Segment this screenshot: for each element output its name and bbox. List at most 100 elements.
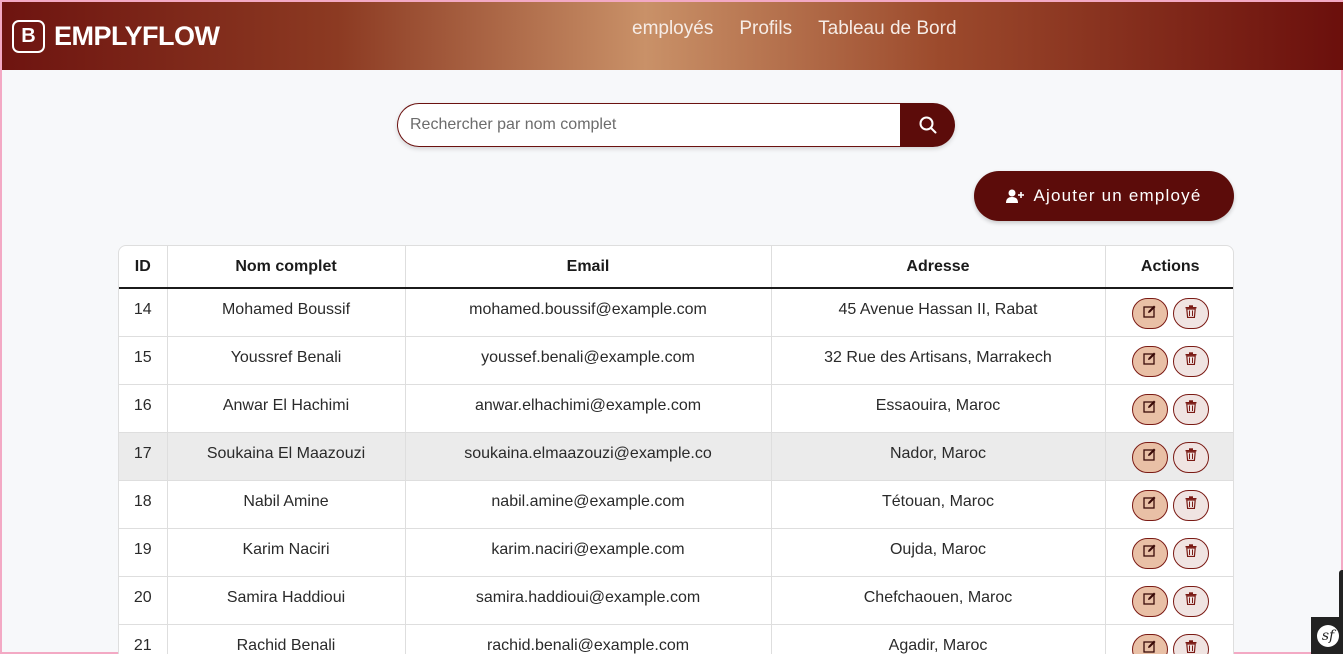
edit-button[interactable] bbox=[1131, 298, 1168, 329]
trash-icon bbox=[1185, 640, 1197, 654]
employees-table: ID Nom complet Email Adresse Actions 14 M… bbox=[118, 245, 1234, 654]
cell-address: Chefchaouen, Maroc bbox=[771, 576, 1106, 625]
edit-button[interactable] bbox=[1131, 441, 1168, 473]
cell-name: Rachid Benali bbox=[167, 624, 406, 654]
navbar: B EMPLYFLOW employés Profils Tableau de … bbox=[2, 0, 1343, 70]
cell-id: 16 bbox=[119, 384, 168, 433]
delete-button[interactable] bbox=[1172, 489, 1209, 521]
cell-address: 45 Avenue Hassan II, Rabat bbox=[771, 288, 1106, 337]
cell-email: nabil.amine@example.com bbox=[405, 480, 772, 529]
cell-id: 14 bbox=[119, 288, 168, 337]
cell-name: Karim Naciri bbox=[167, 528, 406, 577]
edit-icon bbox=[1143, 352, 1156, 370]
cell-name: Nabil Amine bbox=[167, 480, 406, 529]
trash-icon bbox=[1185, 592, 1197, 610]
edit-icon bbox=[1143, 640, 1156, 654]
delete-button[interactable] bbox=[1172, 345, 1209, 377]
edit-button[interactable] bbox=[1131, 489, 1168, 521]
cell-email: samira.haddioui@example.com bbox=[405, 576, 772, 625]
brand-name: EMPLYFLOW bbox=[54, 21, 220, 51]
cell-actions bbox=[1105, 384, 1233, 433]
table-row: 14 Mohamed Boussif mohamed.boussif@example… bbox=[119, 288, 1233, 337]
cell-address: 32 Rue des Artisans, Marrakech bbox=[771, 336, 1106, 385]
cell-actions bbox=[1105, 288, 1233, 337]
cell-name: Anwar El Hachimi bbox=[167, 384, 406, 433]
nav-links: employés Profils Tableau de Bord bbox=[632, 18, 983, 40]
debug-toolbar-button[interactable]: sf bbox=[1311, 617, 1343, 654]
user-plus-icon bbox=[1006, 189, 1025, 203]
delete-button[interactable] bbox=[1172, 585, 1209, 617]
column-header-address: Adresse bbox=[771, 246, 1106, 289]
cell-name: Youssref Benali bbox=[167, 336, 406, 385]
cell-email: karim.naciri@example.com bbox=[405, 528, 772, 577]
cell-actions bbox=[1105, 528, 1233, 577]
symfony-logo-icon: sf bbox=[1317, 624, 1339, 647]
search-button[interactable] bbox=[900, 103, 955, 147]
edit-icon bbox=[1143, 496, 1156, 514]
cell-actions bbox=[1105, 336, 1233, 385]
table-header-row: ID Nom complet Email Adresse Actions bbox=[119, 246, 1233, 289]
cell-email: youssef.benali@example.com bbox=[405, 336, 772, 385]
edit-button[interactable] bbox=[1131, 393, 1168, 425]
table-row: 18 Nabil Amine nabil.amine@example.com Této… bbox=[119, 480, 1233, 529]
cell-id: 15 bbox=[119, 336, 168, 385]
cell-id: 18 bbox=[119, 480, 168, 529]
cell-id: 20 bbox=[119, 576, 168, 625]
cell-address: Tétouan, Maroc bbox=[771, 480, 1106, 529]
add-employee-button[interactable]: Ajouter un employé bbox=[974, 171, 1234, 221]
table-row: 16 Anwar El Hachimi anwar.elhachimi@exampl… bbox=[119, 384, 1233, 433]
trash-icon bbox=[1185, 448, 1197, 466]
add-employee-label: Ajouter un employé bbox=[1033, 186, 1202, 205]
brand[interactable]: B EMPLYFLOW bbox=[12, 20, 220, 53]
debug-toolbar-edge bbox=[1339, 570, 1343, 617]
cell-name: Soukaina El Maazouzi bbox=[167, 432, 406, 481]
cell-actions bbox=[1105, 480, 1233, 529]
cell-actions bbox=[1105, 432, 1233, 481]
edit-button[interactable] bbox=[1131, 585, 1168, 617]
column-header-id: ID bbox=[119, 246, 168, 289]
brand-logo-icon: B bbox=[12, 20, 45, 53]
delete-button[interactable] bbox=[1172, 633, 1209, 654]
trash-icon bbox=[1185, 304, 1197, 323]
edit-icon bbox=[1143, 400, 1156, 418]
table-row: 17 Soukaina El Maazouzi soukaina.elmaazouz… bbox=[119, 432, 1233, 481]
delete-button[interactable] bbox=[1172, 441, 1209, 473]
cell-name: Samira Haddioui bbox=[167, 576, 406, 625]
table-row: 20 Samira Haddioui samira.haddioui@example… bbox=[119, 576, 1233, 625]
edit-button[interactable] bbox=[1131, 345, 1168, 377]
cell-address: Agadir, Maroc bbox=[771, 624, 1106, 654]
column-header-actions: Actions bbox=[1105, 246, 1233, 289]
cell-name: Mohamed Boussif bbox=[167, 288, 406, 337]
search-input[interactable] bbox=[397, 103, 900, 147]
cell-address: Oujda, Maroc bbox=[771, 528, 1106, 577]
edit-icon bbox=[1143, 305, 1156, 323]
nav-link-tableau-de-bord[interactable]: Tableau de Bord bbox=[818, 18, 956, 40]
search-bar bbox=[397, 103, 955, 147]
trash-icon bbox=[1185, 544, 1197, 562]
edit-button[interactable] bbox=[1131, 633, 1168, 654]
edit-button[interactable] bbox=[1131, 537, 1168, 569]
trash-icon bbox=[1185, 352, 1197, 370]
cell-email: soukaina.elmaazouzi@example.co bbox=[405, 432, 772, 481]
cell-address: Essaouira, Maroc bbox=[771, 384, 1106, 433]
column-header-name: Nom complet bbox=[167, 246, 406, 289]
cell-actions bbox=[1105, 624, 1233, 654]
edit-icon bbox=[1143, 448, 1156, 466]
cell-id: 21 bbox=[119, 624, 168, 654]
search-icon bbox=[919, 116, 936, 134]
cell-actions bbox=[1105, 576, 1233, 625]
cell-address: Nador, Maroc bbox=[771, 432, 1106, 481]
delete-button[interactable] bbox=[1172, 537, 1209, 569]
nav-link-employes[interactable]: employés bbox=[632, 18, 713, 40]
cell-email: mohamed.boussif@example.com bbox=[405, 288, 772, 337]
delete-button[interactable] bbox=[1172, 393, 1209, 425]
cell-email: anwar.elhachimi@example.com bbox=[405, 384, 772, 433]
column-header-email: Email bbox=[405, 246, 772, 289]
trash-icon bbox=[1185, 496, 1197, 514]
edit-icon bbox=[1143, 592, 1156, 610]
nav-link-profils[interactable]: Profils bbox=[739, 18, 792, 40]
edit-icon bbox=[1143, 544, 1156, 562]
delete-button[interactable] bbox=[1172, 298, 1209, 329]
table-row: 21 Rachid Benali rachid.benali@example.com… bbox=[119, 624, 1233, 654]
cell-email: rachid.benali@example.com bbox=[405, 624, 772, 654]
